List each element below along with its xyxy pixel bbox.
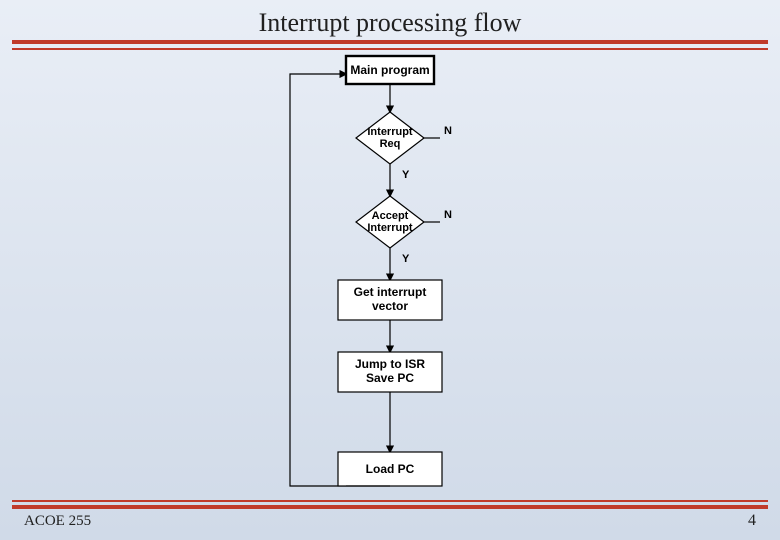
footer-overline-thick (12, 505, 768, 509)
node-accept-interrupt-label-2: Interrupt (367, 222, 413, 234)
node-interrupt-req-label-2: Req (380, 138, 401, 150)
node-load-pc-label: Load PC (366, 462, 415, 476)
node-jump-to-isr-label-2: Save PC (366, 371, 414, 385)
slide-title: Interrupt processing flow (0, 8, 780, 38)
node-accept-interrupt-label-1: Accept (372, 210, 409, 222)
page-number: 4 (748, 512, 756, 530)
slide: Interrupt processing flow Main program I… (0, 0, 780, 540)
node-get-interrupt-vector-label-2: vector (372, 299, 408, 313)
node-jump-to-isr-label-1: Jump to ISR (355, 357, 425, 371)
footer-overline-thin (12, 500, 768, 502)
label-intreq-yes: Y (402, 169, 410, 181)
node-interrupt-req-label-1: Interrupt (367, 126, 413, 138)
node-main-program-label: Main program (350, 63, 429, 77)
label-accept-yes: Y (402, 253, 410, 265)
label-accept-no: N (444, 209, 452, 221)
label-intreq-no: N (444, 125, 452, 137)
course-code: ACOE 255 (24, 513, 91, 530)
flowchart: Main program Interrupt Req N Y Accept In… (190, 44, 590, 500)
node-get-interrupt-vector-label-1: Get interrupt (354, 285, 427, 299)
